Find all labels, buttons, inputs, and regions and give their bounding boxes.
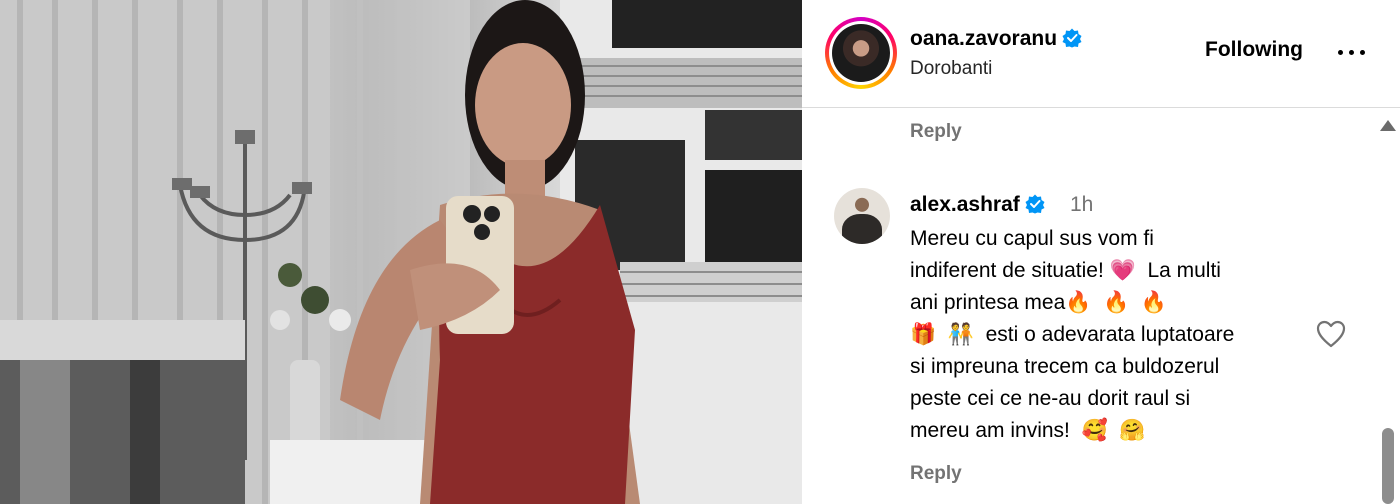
following-button[interactable]: Following <box>1205 38 1303 62</box>
previous-comment-reply-button[interactable]: Reply <box>910 121 962 143</box>
owner-username[interactable]: oana.zavoranu <box>910 27 1082 51</box>
post-image[interactable] <box>0 0 802 504</box>
commenter-username[interactable]: alex.ashraf <box>910 193 1045 217</box>
post-location[interactable]: Dorobanti <box>910 58 992 80</box>
owner-avatar-photo <box>832 24 890 82</box>
verified-badge-icon <box>1062 28 1082 48</box>
more-options-icon[interactable] <box>1336 40 1368 64</box>
comment-reply-button[interactable]: Reply <box>910 463 962 485</box>
post-photo-illustration <box>0 0 802 504</box>
commenter-avatar[interactable] <box>834 188 890 244</box>
post-side-panel: oana.zavoranu Dorobanti Following Reply … <box>802 0 1400 504</box>
post-header: oana.zavoranu Dorobanti Following <box>802 0 1400 108</box>
heart-icon[interactable] <box>1316 320 1346 348</box>
owner-avatar[interactable] <box>825 17 897 89</box>
scrollbar-thumb[interactable] <box>1382 428 1394 504</box>
verified-badge-icon <box>1025 194 1045 214</box>
scroll-up-arrow-icon[interactable] <box>1379 118 1397 132</box>
comment-text: Mereu cu capul sus vom fi indiferent de … <box>910 227 1235 442</box>
comment-timestamp[interactable]: 1h <box>1070 193 1093 217</box>
